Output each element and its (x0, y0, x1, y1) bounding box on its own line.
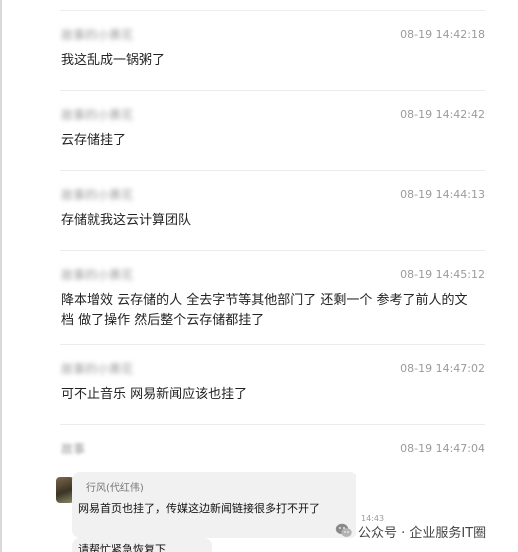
comment-item-4: 故事的小黄花 08-19 14:45:12 降本增效 云存储的人 全去字节等其他… (61, 267, 485, 331)
chat-message-second: 请帮忙紧急恢复下 (78, 543, 166, 552)
comment-header: 故事的小黄花 08-19 14:45:12 (61, 267, 485, 285)
top-divider (60, 10, 485, 11)
commenter-name: 故事的小黄花 (61, 28, 134, 42)
comment-item-5: 故事的小黄花 08-19 14:47:02 可不止音乐 网易新闻应该也挂了 (61, 361, 485, 405)
comment-text: 云存储挂了 (61, 133, 127, 148)
comment-thread-screenshot: 故事的小黄花 08-19 14:42:18 我这乱成一锅粥了 故事的小黄花 08… (0, 0, 518, 552)
commenter-name: 故事的小黄花 (61, 188, 134, 202)
commenter-name: 故事的小黄花 (61, 268, 134, 282)
left-border (0, 0, 2, 552)
comment-header: 故事的小黄花 08-19 14:47:02 (61, 361, 485, 379)
comment-item-6: 故事 08-19 14:47:04 (61, 441, 485, 465)
comment-divider (60, 344, 485, 345)
comment-time: 08-19 14:42:18 (400, 28, 485, 41)
comment-divider (60, 90, 485, 91)
comment-header: 故事 08-19 14:47:04 (61, 441, 485, 459)
commenter-name: 故事 (61, 442, 86, 456)
chat-sender-name: 行风(代红伟) (86, 483, 144, 494)
watermark-text: 公众号 · 企业服务IT圈 (358, 525, 487, 541)
watermark: 公众号 · 企业服务IT圈 (334, 518, 504, 544)
comment-divider (60, 170, 485, 171)
comment-item-1: 故事的小黄花 08-19 14:42:18 我这乱成一锅粥了 (61, 27, 485, 71)
comment-text: 我这乱成一锅粥了 (61, 53, 166, 68)
comment-time: 08-19 14:42:42 (400, 108, 485, 121)
comment-text: 存储就我这云计算团队 (61, 213, 192, 228)
comment-text: 降本增效 云存储的人 全去字节等其他部门了 还剩一个 参考了前人的文档 做了操作… (61, 293, 468, 328)
comment-text: 可不止音乐 网易新闻应该也挂了 (61, 387, 248, 402)
comment-divider (60, 424, 485, 425)
comment-time: 08-19 14:45:12 (400, 268, 485, 281)
comment-time: 08-19 14:44:13 (400, 188, 485, 201)
comment-divider (60, 250, 485, 251)
comment-item-3: 故事的小黄花 08-19 14:44:13 存储就我这云计算团队 (61, 187, 485, 231)
commenter-name: 故事的小黄花 (61, 108, 134, 122)
wechat-icon (335, 523, 352, 537)
comment-time: 08-19 14:47:04 (400, 442, 485, 455)
comment-header: 故事的小黄花 08-19 14:42:42 (61, 107, 485, 125)
chat-message: 网易首页也挂了，传媒这边新闻链接很多打不开了 (78, 502, 320, 515)
commenter-name: 故事的小黄花 (61, 362, 134, 376)
comment-time: 08-19 14:47:02 (400, 362, 485, 375)
comment-header: 故事的小黄花 08-19 14:44:13 (61, 187, 485, 205)
comment-item-2: 故事的小黄花 08-19 14:42:42 云存储挂了 (61, 107, 485, 151)
comment-header: 故事的小黄花 08-19 14:42:18 (61, 27, 485, 45)
embedded-chat-screenshot: 行风(代红伟) 网易首页也挂了，传媒这边新闻链接很多打不开了 请帮忙紧急恢复下 (56, 472, 356, 552)
